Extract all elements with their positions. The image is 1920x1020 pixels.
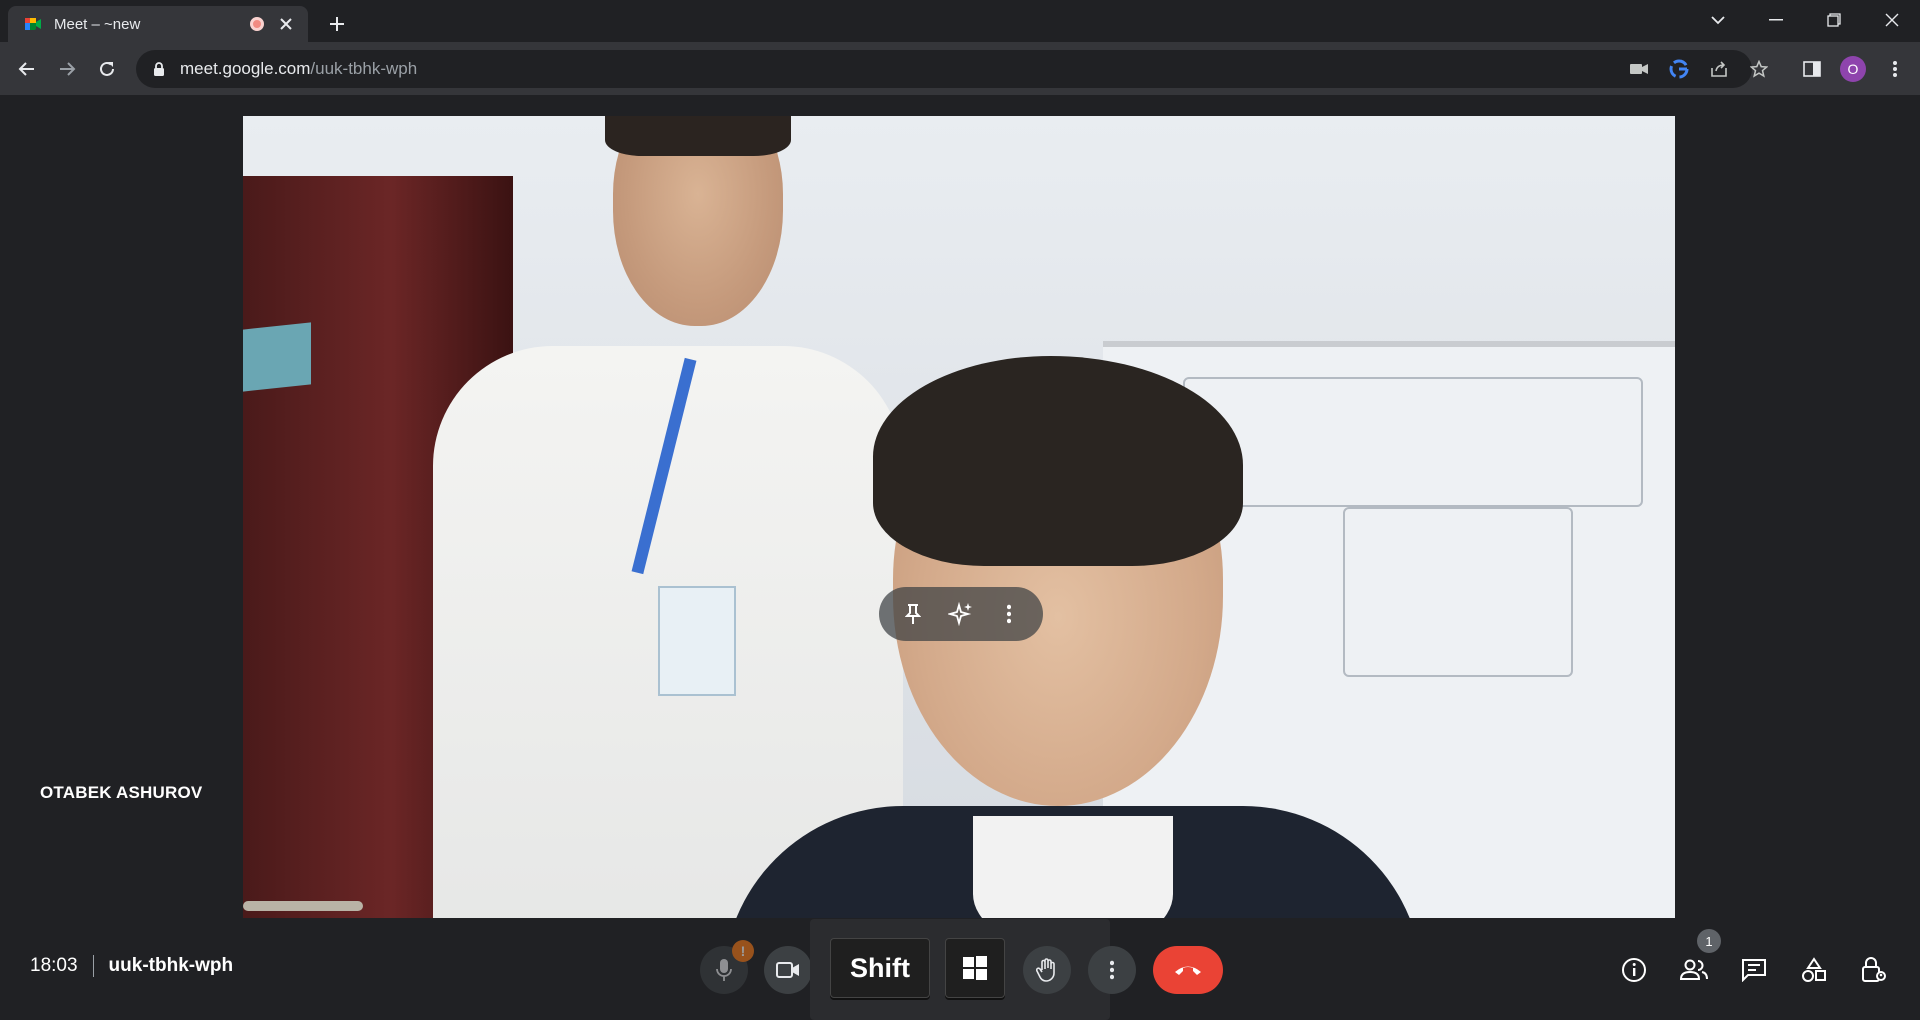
people-count-badge: 1 xyxy=(1697,929,1721,953)
mic-warning-badge: ! xyxy=(732,940,754,962)
video-door-sign xyxy=(243,322,311,392)
video-camera-icon xyxy=(776,962,799,978)
people-button[interactable] xyxy=(1672,948,1716,992)
chat-icon xyxy=(1742,959,1766,982)
browser-toolbar: meet.google.com/uuk-tbhk-wph O xyxy=(0,42,1920,96)
windows-logo-icon xyxy=(963,956,987,980)
arrow-right-icon xyxy=(60,62,76,76)
windows-key[interactable] xyxy=(945,938,1005,998)
sparkle-effects-icon xyxy=(948,601,972,627)
more-vert-icon xyxy=(1110,960,1114,980)
mic-button[interactable]: ! xyxy=(700,940,754,994)
browser-menu-button[interactable] xyxy=(1880,54,1910,84)
chat-button[interactable] xyxy=(1732,948,1776,992)
profile-button[interactable]: O xyxy=(1838,54,1868,84)
reload-button[interactable] xyxy=(92,54,122,84)
info-icon xyxy=(1622,958,1646,982)
raise-hand-button[interactable] xyxy=(1023,946,1071,994)
pin-button[interactable] xyxy=(895,596,931,632)
restore-button[interactable] xyxy=(1806,0,1862,40)
close-icon[interactable] xyxy=(276,14,296,34)
star-icon[interactable] xyxy=(1746,56,1772,82)
leave-call-button[interactable] xyxy=(1153,946,1223,994)
phone-hangup-icon xyxy=(1175,966,1201,975)
participant-name: OTABEK ASHUROV xyxy=(40,783,203,802)
more-vert-icon xyxy=(1007,604,1011,624)
tab-title: Meet – ~new xyxy=(54,15,141,33)
camera-button[interactable] xyxy=(764,946,812,994)
participant-video[interactable] xyxy=(243,116,1675,918)
clock: 18:03 xyxy=(30,955,78,976)
url-host: meet.google.com xyxy=(180,59,311,78)
video-person-front xyxy=(723,326,1423,918)
share-icon[interactable] xyxy=(1706,56,1732,82)
new-tab-button[interactable] xyxy=(322,9,352,39)
plus-icon xyxy=(330,17,344,31)
person-hair xyxy=(873,356,1243,566)
shift-key[interactable]: Shift xyxy=(830,938,930,998)
arrow-left-icon xyxy=(18,62,34,76)
shirt-collar xyxy=(973,816,1173,918)
forward-button[interactable] xyxy=(52,54,82,84)
close-window-button[interactable] xyxy=(1864,0,1920,40)
people-icon xyxy=(1679,959,1708,980)
person-hair xyxy=(605,116,791,156)
tab-search-button[interactable] xyxy=(1690,0,1746,40)
tile-more-button[interactable] xyxy=(991,596,1027,632)
tile-hover-menu xyxy=(879,587,1043,641)
activities-button[interactable] xyxy=(1792,948,1836,992)
side-panel-button[interactable] xyxy=(1797,54,1827,84)
divider xyxy=(92,955,94,977)
more-options-button[interactable] xyxy=(1088,946,1136,994)
recording-dot-icon xyxy=(250,17,264,31)
pin-icon xyxy=(905,604,921,624)
minimize-button[interactable] xyxy=(1748,0,1804,40)
side-panel-icon xyxy=(1803,61,1821,77)
browser-tab[interactable]: Meet – ~new xyxy=(8,6,308,42)
lock-icon xyxy=(154,62,164,76)
shapes-icon xyxy=(1802,957,1826,982)
address-bar[interactable]: meet.google.com/uuk-tbhk-wph xyxy=(136,50,1768,88)
meet-stage: OTABEK ASHUROV xyxy=(0,97,1920,1020)
close-icon xyxy=(1885,13,1899,27)
restore-icon xyxy=(1827,13,1841,27)
back-button[interactable] xyxy=(12,54,42,84)
mic-icon xyxy=(716,959,732,981)
chevron-down-icon xyxy=(1711,16,1725,25)
avatar: O xyxy=(1840,56,1866,82)
minimize-icon xyxy=(1769,19,1783,21)
meeting-info-button[interactable] xyxy=(1612,948,1656,992)
google-meet-icon xyxy=(25,18,41,30)
more-vert-icon xyxy=(1893,61,1897,77)
meeting-code[interactable]: uuk-tbhk-wph xyxy=(109,955,234,977)
reload-icon xyxy=(100,61,114,76)
camera-in-use-icon[interactable] xyxy=(1626,56,1652,82)
tab-strip: Meet – ~new xyxy=(0,0,1920,42)
hand-icon xyxy=(1036,958,1055,982)
lock-person-icon xyxy=(1862,957,1886,982)
meeting-details: 18:03 uuk-tbhk-wph xyxy=(30,955,233,977)
video-door-handle xyxy=(243,901,363,911)
google-icon[interactable] xyxy=(1666,56,1692,82)
effects-button[interactable] xyxy=(943,596,979,632)
host-controls-button[interactable] xyxy=(1852,948,1896,992)
url-path: /uuk-tbhk-wph xyxy=(310,59,418,78)
